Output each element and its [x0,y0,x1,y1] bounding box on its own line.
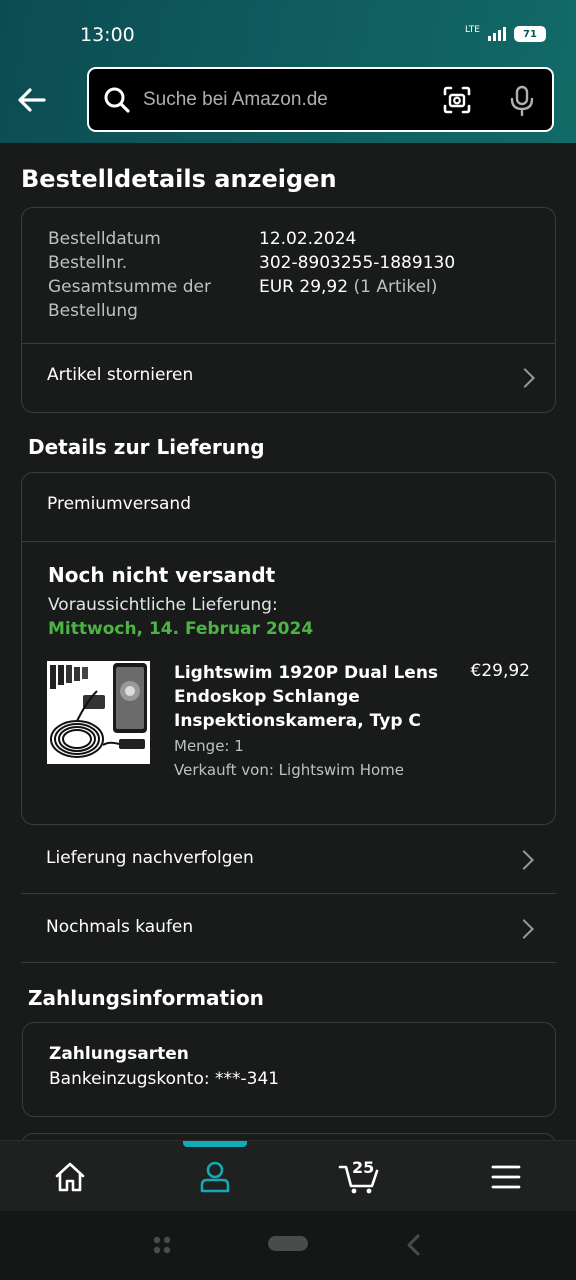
battery-icon: 71 [514,26,546,42]
divider [22,541,555,542]
chevron-right-icon [515,368,535,388]
cancel-items-label: Artikel stornieren [47,365,194,385]
bottom-navigation: 25 [0,1140,576,1211]
profile-icon[interactable] [197,1159,233,1195]
camera-scan-icon[interactable] [443,86,471,114]
endoscope-camera-image [47,661,150,764]
buy-again-label: Nochmals kaufen [46,917,194,937]
back-arrow-icon[interactable] [14,82,50,118]
order-details-content[interactable]: Bestelldetails anzeigen Bestelldatum 12.… [0,143,576,1140]
system-navigation-bar [0,1211,576,1280]
track-delivery-label: Lieferung nachverfolgen [46,848,254,868]
order-number-value: 302-8903255-1889130 [259,253,456,273]
order-summary-card: Bestelldatum 12.02.2024 Bestellnr. 302-8… [21,207,556,413]
home-icon[interactable] [52,1159,88,1195]
order-date-label: Bestelldatum [48,229,161,249]
product-image[interactable] [47,661,150,764]
order-total-items: (1 Artikel) [353,277,438,297]
search-input[interactable] [143,79,433,121]
payment-method-value: Bankeinzugskonto: ***-341 [49,1069,280,1089]
product-quantity: Menge: 1 [174,737,244,755]
shipment-status: Noch nicht versandt [48,563,276,587]
order-total-value: EUR 29,92 (1 Artikel) [259,275,437,299]
system-back-icon[interactable] [404,1233,424,1257]
buy-again-link[interactable]: Nochmals kaufen [21,894,556,963]
status-icons: LTE 71 [465,24,546,42]
order-total-label-line1: Gesamtsumme der [48,277,211,297]
chevron-right-icon [514,850,534,870]
search-bar[interactable] [87,67,554,132]
chevron-right-icon [514,919,534,939]
order-total-label: Gesamtsumme der Bestellung [48,275,211,323]
track-delivery-link[interactable]: Lieferung nachverfolgen [21,825,556,894]
active-tab-indicator [183,1141,247,1147]
search-icon[interactable] [103,86,131,114]
product-price: €29,92 [470,661,530,681]
product-title[interactable]: Lightswim 1920P Dual Lens Endoskop Schla… [174,661,444,733]
payment-section-title: Zahlungsinformation [28,986,264,1010]
expected-delivery-date: Mittwoch, 14. Februar 2024 [48,619,314,639]
order-total-label-line2: Bestellung [48,301,138,321]
order-date-value: 12.02.2024 [259,229,357,249]
network-type: LTE [465,24,480,35]
microphone-icon[interactable] [509,85,535,117]
next-card-edge [21,1133,556,1140]
delivery-card: Premiumversand Noch nicht versandt Vorau… [21,472,556,825]
order-total-amount: EUR 29,92 [259,277,349,297]
page-title: Bestelldetails anzeigen [21,165,337,193]
app-header: 13:00 LTE 71 [0,0,576,143]
product-seller: Verkauft von: Lightswim Home [174,761,405,779]
menu-icon[interactable] [488,1159,524,1195]
expected-delivery-label: Voraussichtliche Lieferung: [48,595,278,615]
battery-level: 71 [523,28,537,40]
payment-card: Zahlungsarten Bankeinzugskonto: ***-341 [22,1022,556,1117]
delivery-section-title: Details zur Lieferung [28,435,265,459]
order-number-label: Bestellnr. [48,253,128,273]
shipping-method: Premiumversand [47,494,191,514]
payment-methods-heading: Zahlungsarten [49,1044,189,1064]
home-pill-icon[interactable] [268,1236,308,1251]
status-time: 13:00 [80,24,135,46]
cancel-items-link[interactable]: Artikel stornieren [22,344,555,412]
cart-count-badge: 25 [352,1158,375,1177]
signal-icon [488,27,506,41]
recent-apps-icon[interactable] [150,1233,174,1257]
